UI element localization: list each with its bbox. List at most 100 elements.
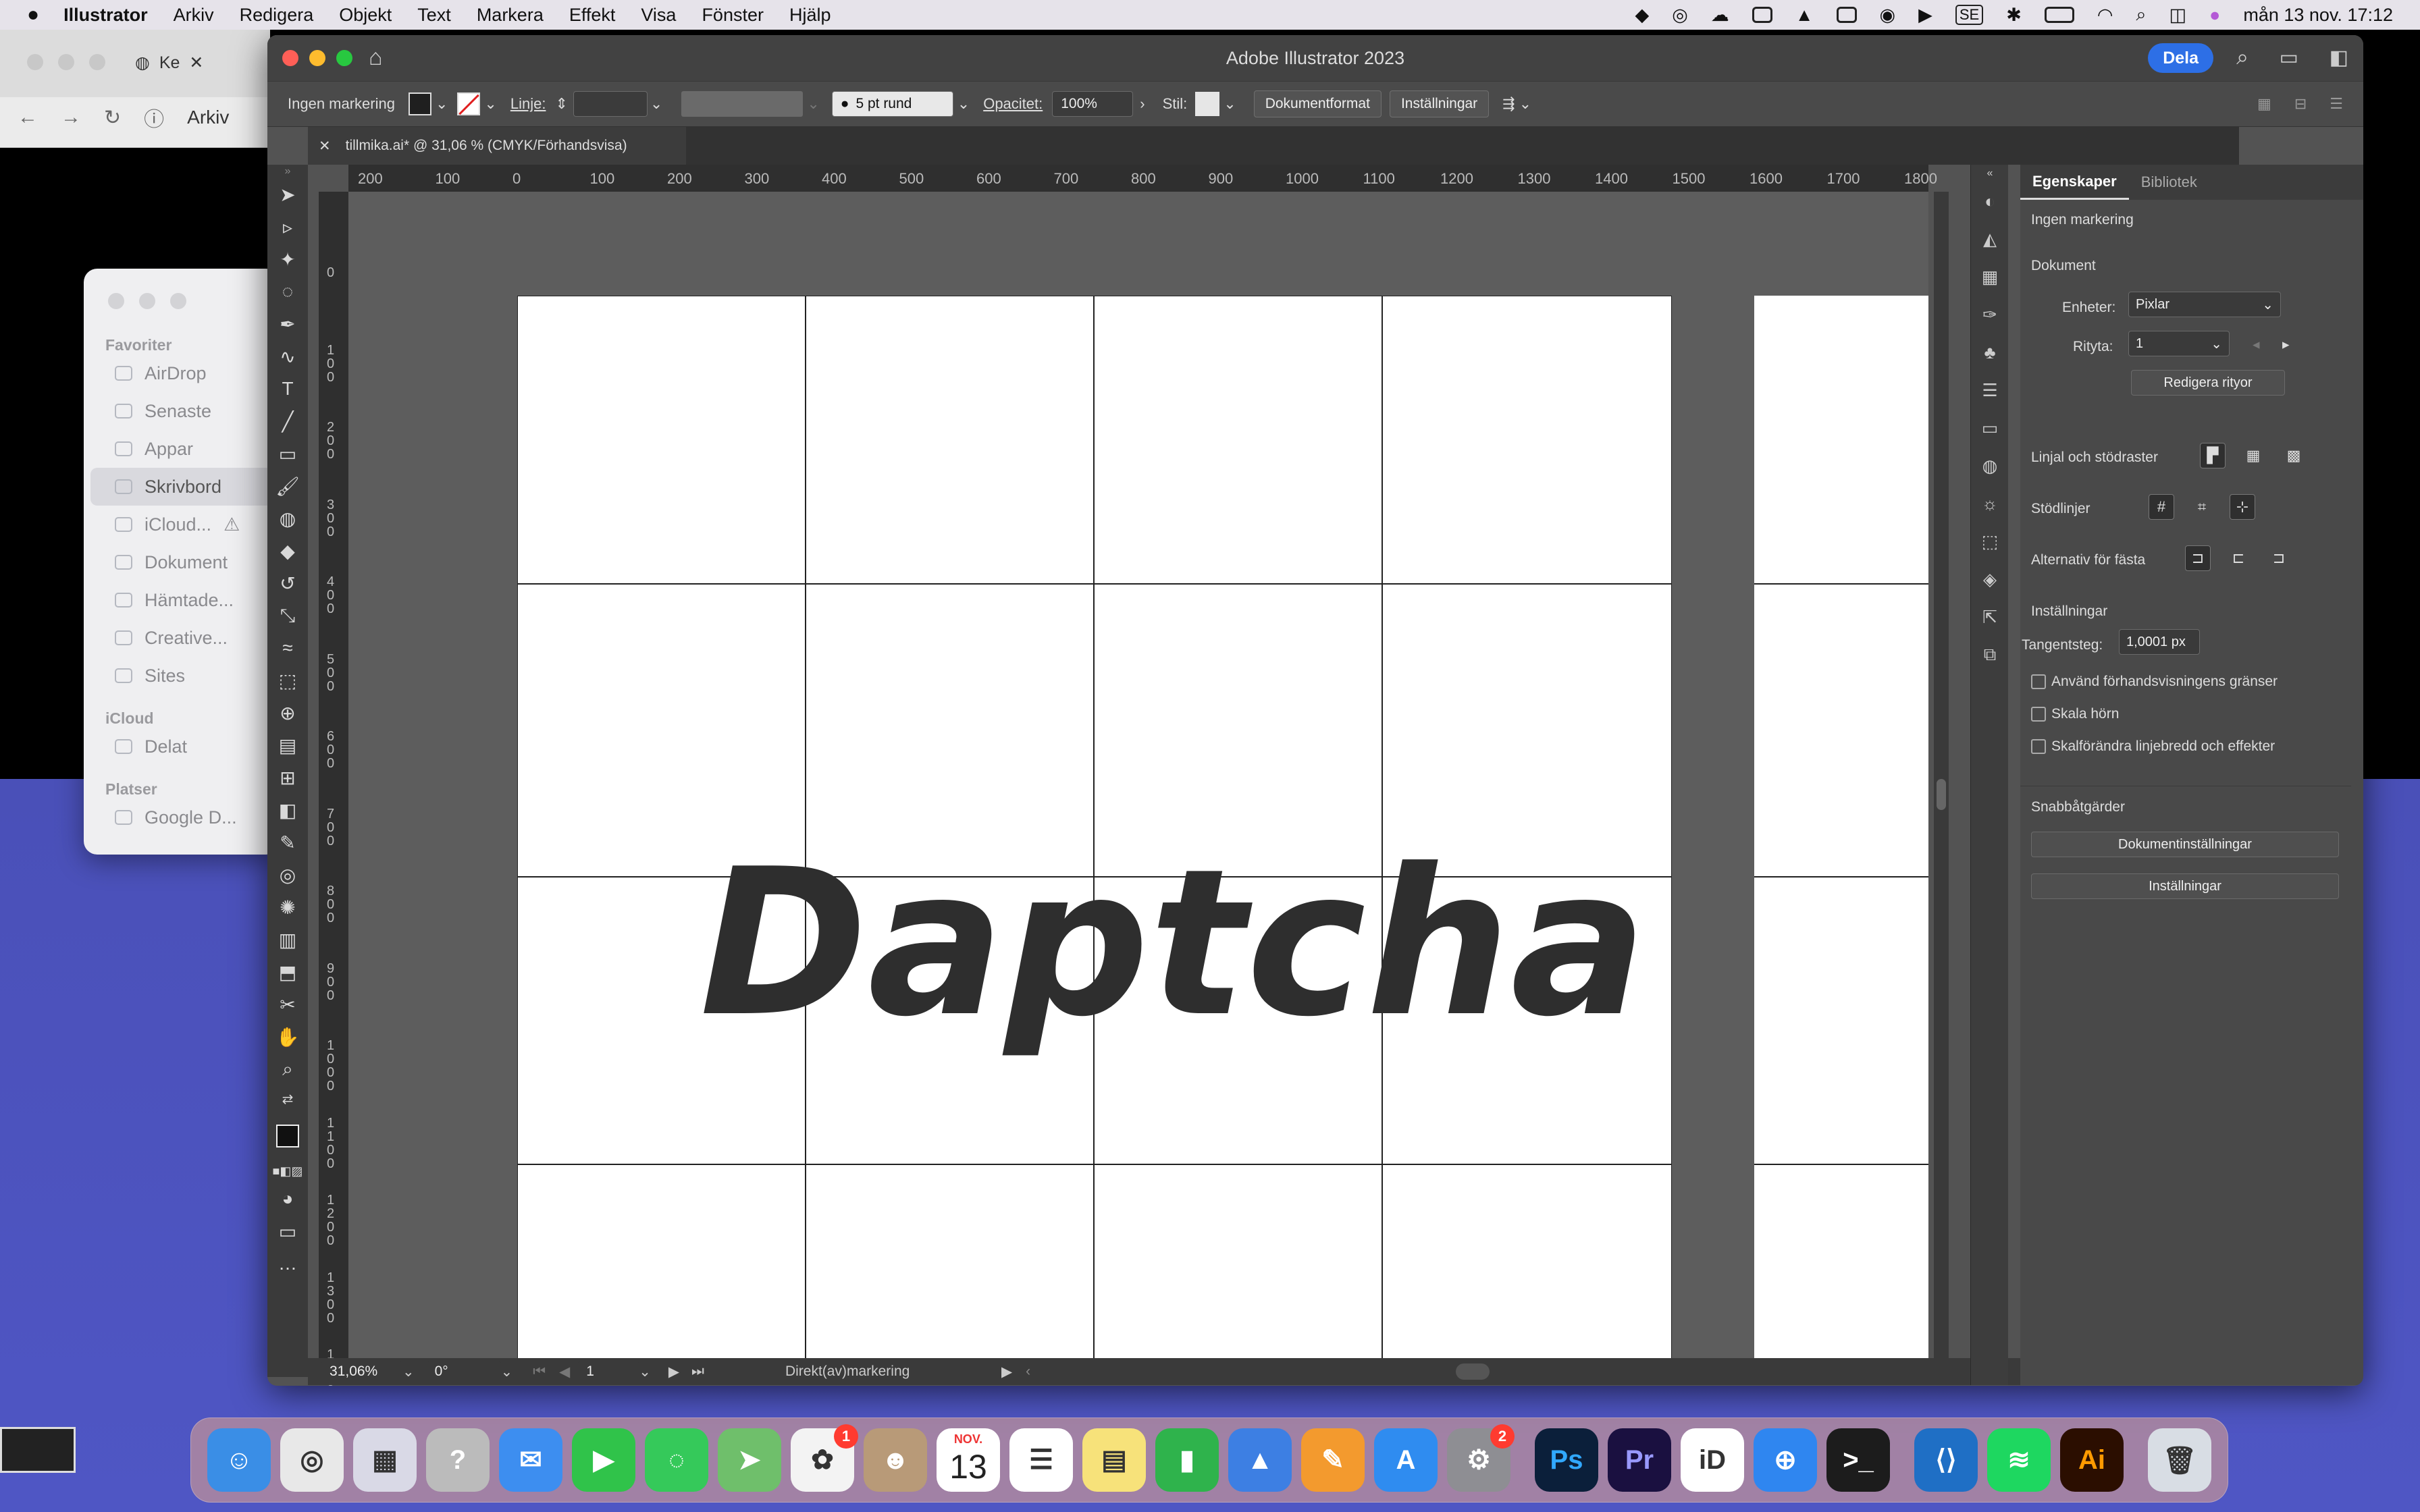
zoom-tool-icon[interactable]: ⌕ (267, 1053, 308, 1085)
chevron-down-icon[interactable]: ⌄ (402, 1364, 415, 1380)
bluetooth-icon[interactable]: ✱ (2006, 5, 2022, 26)
asset-export-icon[interactable]: ⬚ (1971, 522, 2009, 560)
screen-mode-icon[interactable]: ▭ (267, 1215, 308, 1247)
horizontal-scroll-thumb[interactable] (1456, 1364, 1490, 1380)
wifi-icon[interactable]: ◠ (2097, 5, 2113, 26)
sidebar-item-airdrop[interactable]: AirDrop (84, 354, 280, 392)
airplay-icon[interactable]: ◉ (1880, 5, 1896, 26)
zoom-window-button[interactable] (336, 50, 352, 66)
dock-app-bankid[interactable]: iD (1681, 1428, 1744, 1492)
artboard-tool-icon[interactable]: ⬒ (267, 956, 308, 988)
first-artboard-icon[interactable]: ⏮ (533, 1364, 546, 1380)
close-window-button[interactable] (282, 50, 298, 66)
menu-item[interactable]: Objekt (339, 5, 392, 26)
direct-selection-tool-icon[interactable]: ▹ (267, 211, 308, 243)
menu-app-name[interactable]: Illustrator (63, 5, 148, 26)
menu-item[interactable]: Markera (477, 5, 544, 26)
transparency-icon[interactable]: ◍ (1971, 447, 2009, 485)
grid-icon[interactable]: ▦ (2240, 443, 2266, 468)
dock-app-trash[interactable]: 🗑 (2148, 1428, 2211, 1492)
app-status-icon[interactable]: ◆ (1635, 5, 1649, 26)
home-icon[interactable]: ⌂ (369, 45, 383, 71)
sidebar-item-sites[interactable]: Sites (84, 657, 280, 695)
export-icon[interactable]: ⇱ (1971, 598, 2009, 636)
menu-item[interactable]: Arkiv (174, 5, 214, 26)
dock-app-facetime[interactable]: ▶ (572, 1428, 635, 1492)
chevron-down-icon[interactable]: ⌄ (807, 95, 819, 113)
sidebar-item-desktop[interactable]: Skrivbord (90, 468, 273, 506)
curvature-tool-icon[interactable]: ∿ (267, 340, 308, 373)
symbol-sprayer-tool-icon[interactable]: ✺ (267, 891, 308, 923)
menu-item[interactable]: Hjälp (789, 5, 831, 26)
stepper-icon[interactable]: ⇕ (555, 95, 567, 113)
collapse-icon[interactable]: » (267, 165, 308, 178)
stroke-swatch[interactable] (457, 92, 481, 115)
menu-item[interactable]: Visa (641, 5, 676, 26)
canvas[interactable]: Daptcha (348, 192, 1928, 1358)
keyboard-increment-input[interactable]: 1,0001 px (2119, 629, 2200, 655)
chevron-down-icon[interactable]: ⌄ (1224, 95, 1236, 113)
style-swatch[interactable] (1195, 92, 1220, 116)
arrange-icon[interactable]: ⇶ (1502, 95, 1515, 113)
control-center-icon[interactable]: ◫ (2169, 5, 2187, 26)
dock-app-contacts[interactable]: ☻ (864, 1428, 927, 1492)
preview-bounds-checkbox[interactable]: Använd förhandsvisningens gränser (2031, 674, 2278, 690)
chevron-down-icon[interactable]: ⌄ (484, 95, 496, 113)
sidebar-item-creative[interactable]: Creative... (84, 619, 280, 657)
menu-icon[interactable]: ☰ (2330, 95, 2343, 113)
warp-tool-icon[interactable]: ≈ (267, 632, 308, 664)
dock-app-help[interactable]: ? (426, 1428, 490, 1492)
preferences-button[interactable]: Inställningar (2031, 873, 2339, 899)
fill-stroke-icon[interactable] (267, 1112, 308, 1160)
brush-definition[interactable]: ● 5 pt rund (831, 91, 953, 117)
edit-artboards-button[interactable]: Redigera rityor (2131, 370, 2285, 396)
previous-artboard-icon[interactable]: ◀ (559, 1364, 570, 1380)
search-icon[interactable]: ⌕ (2236, 45, 2248, 70)
menu-item[interactable]: Redigera (240, 5, 314, 26)
keyboard-layout[interactable]: SE (1955, 5, 1984, 25)
search-icon[interactable]: ⌕ (2136, 4, 2146, 26)
dock-app-safari[interactable]: ⊕ (1754, 1428, 1817, 1492)
dock-app-chrome[interactable]: ◎ (280, 1428, 344, 1492)
artboard-dropdown[interactable]: 1 ⌄ (2128, 331, 2230, 356)
dock-app-launchpad[interactable]: ▦ (353, 1428, 417, 1492)
document-setup-button[interactable]: Dokumentformat (1253, 90, 1382, 117)
share-button[interactable]: Dela (2148, 43, 2213, 73)
chevron-down-icon[interactable]: ⌄ (650, 95, 662, 113)
close-tab-icon[interactable]: ✕ (319, 138, 331, 155)
checkbox[interactable] (2031, 707, 2046, 722)
slice-tool-icon[interactable]: ✂ (267, 988, 308, 1021)
ruler-icon[interactable]: ▛ (2200, 443, 2226, 468)
dock-app-keynote[interactable]: ▲ (1228, 1428, 1292, 1492)
browser-tab[interactable]: ◍ Ke ✕ (135, 49, 203, 77)
sidebar-item-documents[interactable]: Dokument (84, 543, 280, 581)
dock-app-app-store[interactable]: A (1374, 1428, 1438, 1492)
checkbox[interactable] (2031, 674, 2046, 690)
align-icon[interactable]: ▦ (2257, 95, 2271, 113)
color-guide-icon[interactable]: ☼ (1971, 485, 2009, 522)
lasso-tool-icon[interactable]: ◌ (267, 275, 308, 308)
rotate-tool-icon[interactable]: ↺ (267, 567, 308, 599)
tab-properties[interactable]: Egenskaper (2020, 165, 2129, 200)
swap-colors-icon[interactable]: ⇄ (267, 1085, 308, 1112)
dock-app-photoshop[interactable]: Ps (1535, 1428, 1598, 1492)
more-tools-icon[interactable]: … (267, 1247, 308, 1280)
sidebar-item-shared[interactable]: Delat (84, 728, 280, 765)
sidebar-item-apps[interactable]: Appar (84, 430, 280, 468)
dock-app-illustrator[interactable]: Ai (2060, 1428, 2124, 1492)
transparency-grid-icon[interactable]: ▩ (2281, 443, 2307, 468)
vertical-scrollbar[interactable] (1934, 192, 1949, 1358)
dock-app-vs-code[interactable]: ⟨⟩ (1914, 1428, 1978, 1492)
shape-builder-tool-icon[interactable]: ⊕ (267, 697, 308, 729)
gradient-icon[interactable]: ▭ (1971, 409, 2009, 447)
clock[interactable]: mån 13 nov. 17:12 (2243, 5, 2393, 26)
lock-guides-icon[interactable]: ⌗ (2189, 494, 2215, 520)
chevron-down-icon[interactable]: ⌄ (501, 1364, 513, 1380)
creative-cloud-icon[interactable]: ◎ (1672, 5, 1688, 26)
chevron-down-icon[interactable]: ⌄ (436, 95, 448, 113)
eraser-tool-icon[interactable]: ◆ (267, 535, 308, 567)
eyedropper-tool-icon[interactable]: ✎ (267, 826, 308, 859)
chevron-down-icon[interactable]: ⌄ (639, 1364, 651, 1380)
dock-app-messages[interactable]: ◌ (645, 1428, 708, 1492)
graphic-styles-icon[interactable]: ◭ (1971, 220, 2009, 258)
